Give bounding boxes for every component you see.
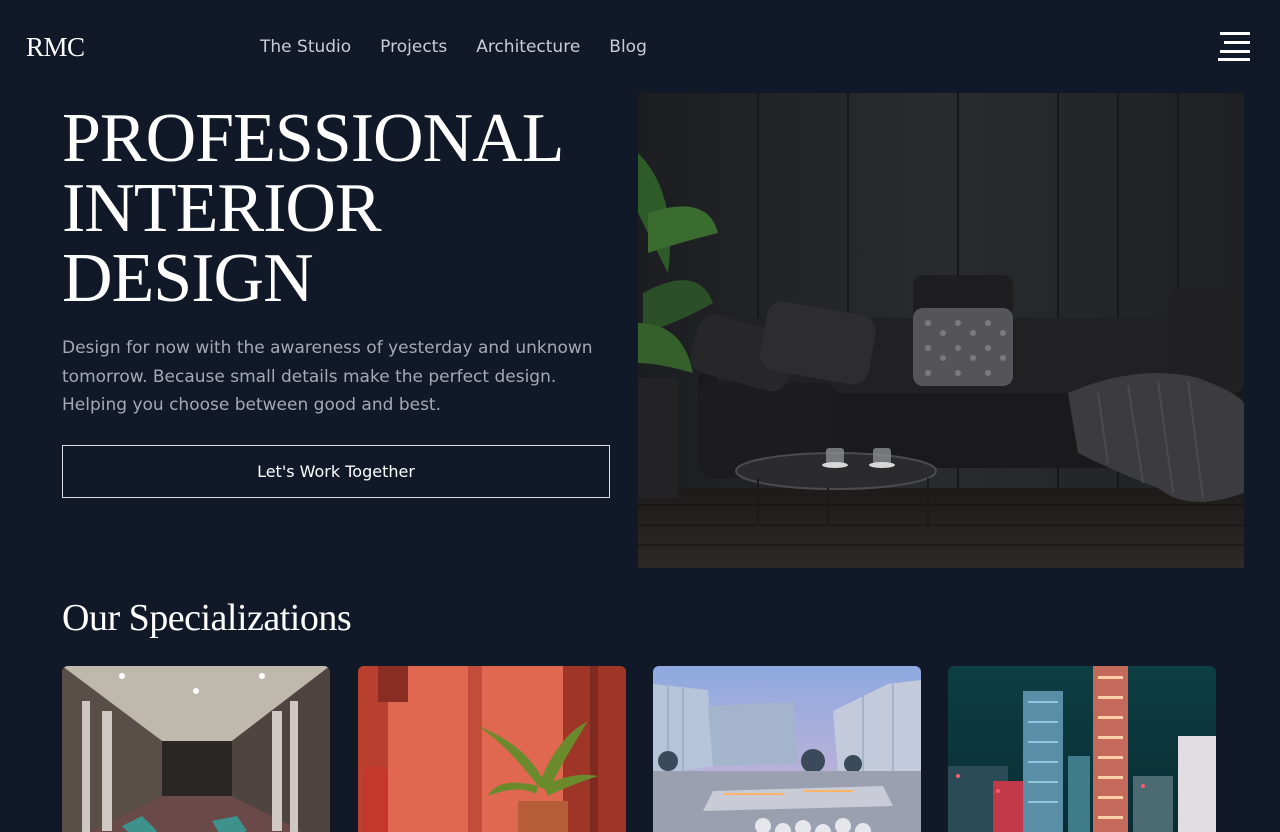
hamburger-icon-line: [1220, 50, 1250, 53]
hamburger-icon: [1220, 32, 1250, 35]
specializations-title: Our Specializations: [62, 597, 352, 639]
brand-logo[interactable]: RMC: [26, 32, 85, 63]
hamburger-icon-line: [1224, 41, 1250, 44]
nav-link-projects[interactable]: Projects: [380, 37, 447, 57]
specialization-card-city-night[interactable]: [948, 666, 1216, 832]
specialization-card-modern-building[interactable]: [653, 666, 921, 832]
hero-title: PROFESSIONAL INTERIOR DESIGN: [62, 100, 564, 317]
hero-title-line: INTERIOR: [62, 170, 382, 247]
hero-title-line: PROFESSIONAL: [62, 100, 564, 177]
hero-description: Design for now with the awareness of yes…: [62, 338, 593, 415]
menu-button[interactable]: [1216, 32, 1252, 62]
specialization-card-orange-room[interactable]: [358, 666, 626, 832]
main-nav: The Studio Projects Architecture Blog: [260, 37, 647, 57]
nav-link-the-studio[interactable]: The Studio: [260, 37, 351, 57]
nav-link-blog[interactable]: Blog: [609, 37, 647, 57]
nav-link-architecture[interactable]: Architecture: [476, 37, 580, 57]
hero-title-line: DESIGN: [62, 240, 314, 317]
specialization-card-hotel-corridor[interactable]: [62, 666, 330, 832]
hero-living-room-image: [638, 93, 1244, 568]
hamburger-icon-line: [1218, 58, 1250, 61]
work-together-button[interactable]: Let's Work Together: [62, 445, 610, 498]
